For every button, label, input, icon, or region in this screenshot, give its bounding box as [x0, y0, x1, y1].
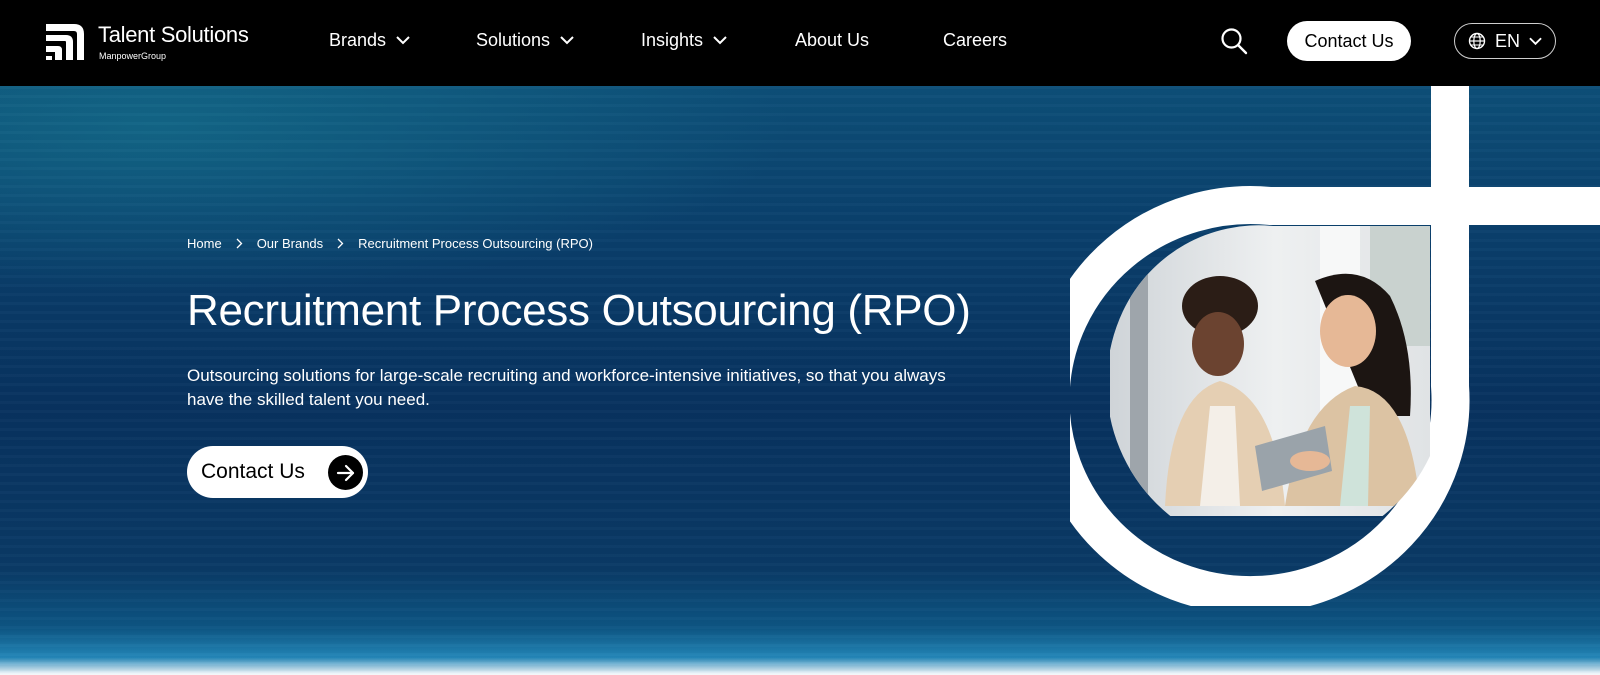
- chevron-down-icon: [1529, 37, 1542, 45]
- nav-item-label: Insights: [641, 30, 704, 50]
- nav-item-careers[interactable]: Careers: [943, 30, 1007, 51]
- chevron-down-icon: [713, 36, 727, 45]
- nav-item-label: Brands: [329, 30, 387, 50]
- nav-item-insights[interactable]: Insights: [641, 30, 727, 51]
- nav-item-label: About Us: [795, 30, 870, 50]
- brand-name: Talent Solutions: [98, 22, 249, 47]
- brand-parent: ManpowerGroup: [99, 51, 167, 61]
- breadcrumb-our-brands[interactable]: Our Brands: [257, 236, 323, 251]
- talent-solutions-logo-icon: [46, 24, 84, 60]
- hero-contact-us-button[interactable]: Contact Us: [187, 446, 368, 498]
- chevron-right-icon: [236, 238, 243, 249]
- page-title: Recruitment Process Outsourcing (RPO): [187, 286, 971, 335]
- breadcrumb: Home Our Brands Recruitment Process Outs…: [187, 236, 593, 251]
- hero-cta-label: Contact Us: [201, 460, 305, 483]
- globe-icon: [1468, 32, 1486, 50]
- language-selector[interactable]: EN: [1454, 23, 1556, 59]
- arrow-right-icon: [328, 455, 363, 490]
- company-logo[interactable]: Talent Solutions ManpowerGroup: [44, 18, 264, 66]
- chevron-down-icon: [396, 36, 410, 45]
- breadcrumb-home[interactable]: Home: [187, 236, 222, 251]
- chevron-right-icon: [337, 238, 344, 249]
- hero-section: Home Our Brands Recruitment Process Outs…: [0, 86, 1600, 675]
- language-label: EN: [1494, 30, 1520, 51]
- nav-item-solutions[interactable]: Solutions: [476, 30, 574, 51]
- nav-item-about-us[interactable]: About Us: [795, 30, 869, 51]
- nav-item-label: Solutions: [476, 30, 551, 50]
- search-icon[interactable]: [1220, 27, 1248, 55]
- top-navigation-bar: Talent Solutions ManpowerGroup Brands So…: [0, 0, 1600, 86]
- contact-us-button[interactable]: Contact Us: [1287, 21, 1411, 61]
- hero-image-frame: [1070, 86, 1600, 606]
- nav-item-label: Careers: [943, 30, 1008, 50]
- chevron-down-icon: [560, 36, 574, 45]
- nav-item-brands[interactable]: Brands: [329, 30, 410, 51]
- two-women-looking-at-tablet-photo: [1110, 225, 1430, 516]
- hero-description: Outsourcing solutions for large-scale re…: [187, 366, 946, 409]
- breadcrumb-current: Recruitment Process Outsourcing (RPO): [358, 236, 593, 251]
